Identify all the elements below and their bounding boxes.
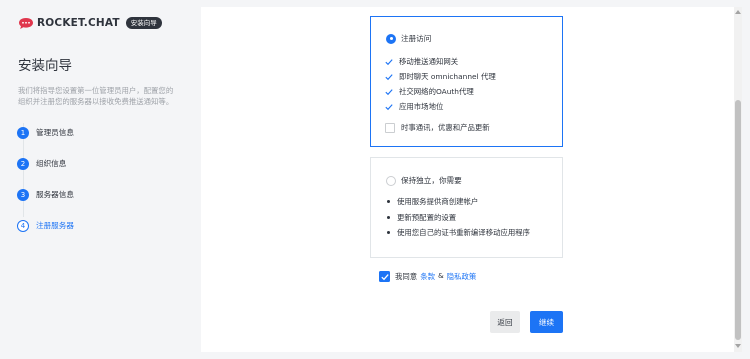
bullet-icon (387, 231, 390, 235)
scroll-up-arrow-icon[interactable] (735, 10, 741, 14)
list-item: 即时聊天 omnichannel 代理 (385, 69, 496, 84)
continue-button[interactable]: 继续 (530, 311, 563, 333)
newsletter-label: 时事通讯，优惠和产品更新 (401, 123, 490, 132)
agree-connector: & (437, 271, 444, 280)
register-radio-row[interactable]: 注册访问 (386, 33, 431, 44)
feature-label: 移动推送通知网关 (399, 57, 459, 66)
list-item: 使用您自己的证书重新编译移动应用程序 (385, 225, 530, 241)
rocket-chat-logo-icon (19, 17, 33, 29)
standalone-option[interactable]: 保持独立，你需要 使用服务提供商创建帐户 更新预配置的设置 使用您自己的证书重新… (370, 157, 563, 258)
step-server-info: 3 服务器信息 (17, 179, 200, 210)
step-admin-info: 1 管理员信息 (17, 117, 200, 148)
requirement-label: 使用您自己的证书重新编译移动应用程序 (397, 228, 531, 238)
privacy-policy-link[interactable]: 隐私政策 (447, 271, 477, 282)
scroll-down-arrow-icon[interactable] (735, 344, 741, 348)
brand-name: ROCKET.CHAT (37, 17, 120, 29)
check-icon (385, 88, 393, 96)
newsletter-row[interactable]: 时事通讯，优惠和产品更新 (385, 122, 490, 133)
back-button[interactable]: 返回 (490, 311, 520, 333)
bullet-icon (387, 215, 390, 219)
feature-label: 即时聊天 omnichannel 代理 (399, 72, 496, 81)
register-label: 注册访问 (401, 34, 432, 43)
step-label: 管理员信息 (36, 128, 74, 137)
step-label: 注册服务器 (36, 221, 74, 230)
brand-row: ROCKET.CHAT 安装向导 (18, 14, 200, 32)
check-icon (385, 58, 393, 66)
requirement-label: 更新预配置的设置 (397, 212, 457, 222)
bullet-icon (387, 200, 390, 204)
setup-sidebar: ROCKET.CHAT 安装向导 安装向导 我们将指导您设置第一位管理员用户，配… (0, 0, 200, 359)
checkmark-icon (380, 273, 389, 280)
list-item: 移动推送通知网关 (385, 54, 496, 69)
step-number: 4 (17, 219, 29, 232)
step-number: 3 (17, 188, 29, 201)
setup-wizard-badge: 安装向导 (125, 16, 162, 30)
step-number: 1 (17, 126, 29, 139)
newsletter-checkbox[interactable] (385, 122, 395, 133)
standalone-label: 保持独立，你需要 (401, 176, 462, 185)
step-register-server: 4 注册服务器 (17, 210, 200, 241)
list-item: 使用服务提供商创建帐户 (385, 194, 530, 210)
step-label: 服务器信息 (36, 190, 74, 199)
list-item: 社交网络的OAuth代理 (385, 84, 496, 99)
wizard-steps: 1 管理员信息 2 组织信息 3 服务器信息 4 注册服务器 (17, 117, 200, 241)
page-title: 安装向导 (18, 58, 72, 74)
step-label: 组织信息 (36, 159, 67, 168)
agreement-row: 我同意 条款 & 隐私政策 (379, 271, 476, 282)
wizard-description: 我们将指导您设置第一位管理员用户，配置您的组织并注册您的服务器以接收免费推送通知… (18, 86, 174, 106)
standalone-requirement-list: 使用服务提供商创建帐户 更新预配置的设置 使用您自己的证书重新编译移动应用程序 (385, 194, 530, 241)
requirement-label: 使用服务提供商创建帐户 (397, 197, 479, 207)
feature-label: 应用市场地位 (399, 102, 444, 111)
check-icon (385, 73, 393, 81)
agreement-text: 我同意 条款 & 隐私政策 (395, 271, 476, 282)
terms-link[interactable]: 条款 (420, 271, 435, 282)
feature-label: 社交网络的OAuth代理 (399, 87, 474, 96)
standalone-radio[interactable] (386, 175, 396, 186)
step-number: 2 (17, 157, 29, 170)
check-icon (385, 103, 393, 111)
agree-prefix: 我同意 (395, 272, 418, 281)
register-access-option[interactable]: 注册访问 移动推送通知网关 即时聊天 omnichannel 代理 社交网络的O… (370, 16, 563, 147)
scrollbar-thumb[interactable] (735, 100, 741, 340)
list-item: 应用市场地位 (385, 99, 496, 114)
register-radio[interactable] (386, 33, 396, 44)
list-item: 更新预配置的设置 (385, 210, 530, 226)
standalone-radio-row[interactable]: 保持独立，你需要 (386, 175, 462, 186)
step-organization-info: 2 组织信息 (17, 148, 200, 179)
register-feature-list: 移动推送通知网关 即时聊天 omnichannel 代理 社交网络的OAuth代… (385, 54, 496, 114)
agree-checkbox[interactable] (379, 271, 390, 282)
